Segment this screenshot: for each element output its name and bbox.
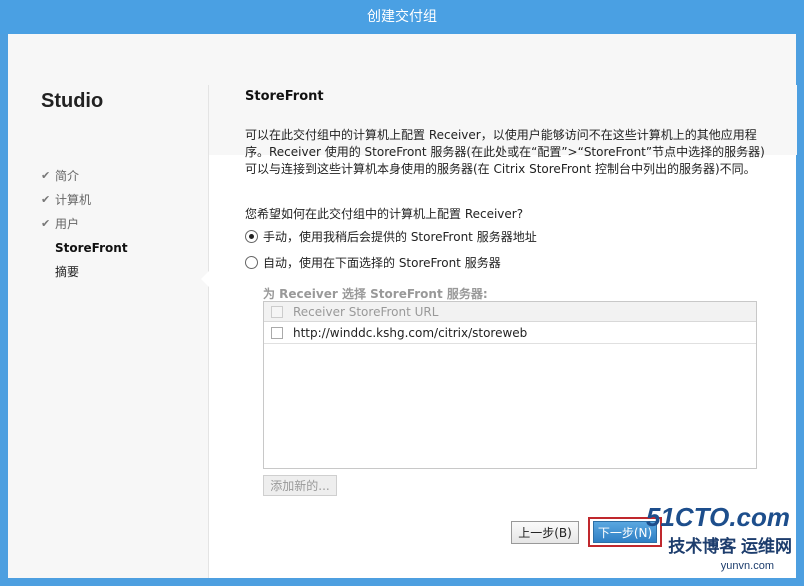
watermark: 51CTO.com 技术博客 运维网 yunvn.com (646, 502, 796, 580)
step-machines[interactable]: ✔ 计算机 (41, 188, 128, 212)
step-users[interactable]: ✔ 用户 (41, 212, 128, 236)
step-label: 用户 (55, 217, 80, 231)
server-list-heading: 为 Receiver 选择 StoreFront 服务器: (263, 287, 488, 301)
select-all-checkbox (271, 305, 283, 318)
column-header-url: Receiver StoreFront URL (293, 304, 439, 319)
wizard-client-area: Studio ✔ 简介 ✔ 计算机 ✔ 用户 StoreFront 摘要 Sto… (8, 34, 797, 578)
question-label: 您希望如何在此交付组中的计算机上配置 Receiver? (245, 207, 524, 221)
radio-selected-icon[interactable] (245, 230, 258, 243)
description-text: 可以在此交付组中的计算机上配置 Receiver，以使用户能够访问不在这些计算机… (245, 128, 765, 176)
watermark-line3: yunvn.com (720, 560, 774, 572)
server-row[interactable]: http://winddc.kshg.com/citrix/storeweb (264, 322, 756, 344)
step-label: 摘要 (55, 265, 80, 279)
wizard-sidebar: Studio ✔ 简介 ✔ 计算机 ✔ 用户 StoreFront 摘要 (8, 34, 208, 578)
studio-title: Studio (41, 90, 104, 112)
server-list-header: Receiver StoreFront URL (264, 302, 756, 322)
server-checkbox[interactable] (271, 326, 283, 339)
add-new-button: 添加新的... (263, 475, 337, 496)
wizard-steps: ✔ 简介 ✔ 计算机 ✔ 用户 StoreFront 摘要 (41, 164, 128, 284)
page-title: StoreFront (245, 89, 324, 104)
watermark-line2: 技术博客 运维网 (668, 537, 792, 556)
check-icon: ✔ (41, 217, 51, 230)
radio-unselected-icon[interactable] (245, 256, 258, 269)
radio-automatic[interactable]: 自动，使用在下面选择的 StoreFront 服务器 (245, 254, 501, 271)
step-summary: 摘要 (41, 260, 128, 284)
wizard-window: 创建交付组 Studio ✔ 简介 ✔ 计算机 ✔ 用户 StoreFront (0, 0, 804, 586)
step-label: 计算机 (55, 193, 92, 207)
radio-manual[interactable]: 手动，使用我稍后会提供的 StoreFront 服务器地址 (245, 228, 537, 245)
current-step-pointer (201, 271, 209, 287)
back-button[interactable]: 上一步(B) (511, 521, 579, 544)
check-icon: ✔ (41, 193, 51, 206)
step-label: 简介 (55, 169, 80, 183)
watermark-line1: 51CTO.com (645, 502, 790, 532)
check-icon: ✔ (41, 169, 51, 182)
server-url: http://winddc.kshg.com/citrix/storeweb (293, 325, 528, 340)
radio-automatic-label: 自动，使用在下面选择的 StoreFront 服务器 (263, 256, 501, 270)
step-intro[interactable]: ✔ 简介 (41, 164, 128, 188)
radio-manual-label: 手动，使用我稍后会提供的 StoreFront 服务器地址 (263, 230, 537, 244)
step-storefront: StoreFront (41, 236, 128, 260)
step-label: StoreFront (55, 241, 128, 255)
window-title: 创建交付组 (0, 0, 804, 34)
server-list: Receiver StoreFront URL http://winddc.ks… (263, 301, 757, 469)
